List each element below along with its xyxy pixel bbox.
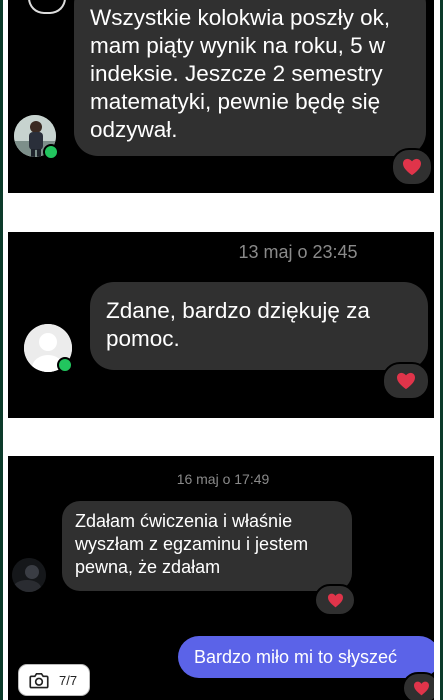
reaction-heart[interactable]: [402, 672, 434, 700]
online-indicator: [43, 144, 59, 160]
avatar[interactable]: [24, 324, 73, 373]
reaction-heart[interactable]: [382, 362, 430, 400]
partial-icon-left: [28, 0, 66, 14]
gallery-counter[interactable]: 7/7: [18, 664, 90, 696]
heart-icon: [327, 593, 343, 607]
message-bubble[interactable]: Wszystkie kolokwia poszły ok, mam piąty …: [74, 0, 426, 156]
message-bubble[interactable]: Zdałam ćwiczenia i właśnie wyszłam z egz…: [62, 501, 352, 591]
heart-icon: [403, 158, 421, 176]
avatar[interactable]: [14, 115, 59, 160]
avatar[interactable]: [12, 558, 46, 592]
reaction-heart[interactable]: [391, 148, 433, 186]
reaction-heart[interactable]: [314, 584, 356, 616]
chat-screenshot-1: Wszystkie kolokwia poszły ok, mam piąty …: [8, 0, 434, 193]
message-text: Zdałam ćwiczenia i właśnie wyszłam z egz…: [75, 511, 309, 577]
message-timestamp: 16 maj o 17:49: [176, 471, 270, 487]
camera-icon: [29, 672, 49, 688]
chat-screenshot-2: 13 maj o 23:45 Zdane, bardzo dziękuję za…: [8, 232, 434, 418]
person-photo-icon: [12, 558, 46, 592]
message-text: Wszystkie kolokwia poszły ok, mam piąty …: [90, 5, 391, 142]
message-bubble[interactable]: Zdane, bardzo dziękuję za pomoc.: [90, 282, 428, 370]
frame-edge-left: [0, 0, 3, 700]
heart-icon: [413, 681, 429, 695]
gallery-counter-label: 7/7: [59, 672, 78, 688]
online-indicator: [57, 357, 73, 373]
sent-message-bubble[interactable]: Bardzo miło mi to słyszeć: [178, 636, 434, 678]
heart-icon: [397, 372, 415, 390]
message-timestamp: 13 maj o 23:45: [238, 242, 358, 262]
sent-message-text: Bardzo miło mi to słyszeć: [194, 647, 398, 667]
message-text: Zdane, bardzo dziękuję za pomoc.: [106, 298, 370, 351]
